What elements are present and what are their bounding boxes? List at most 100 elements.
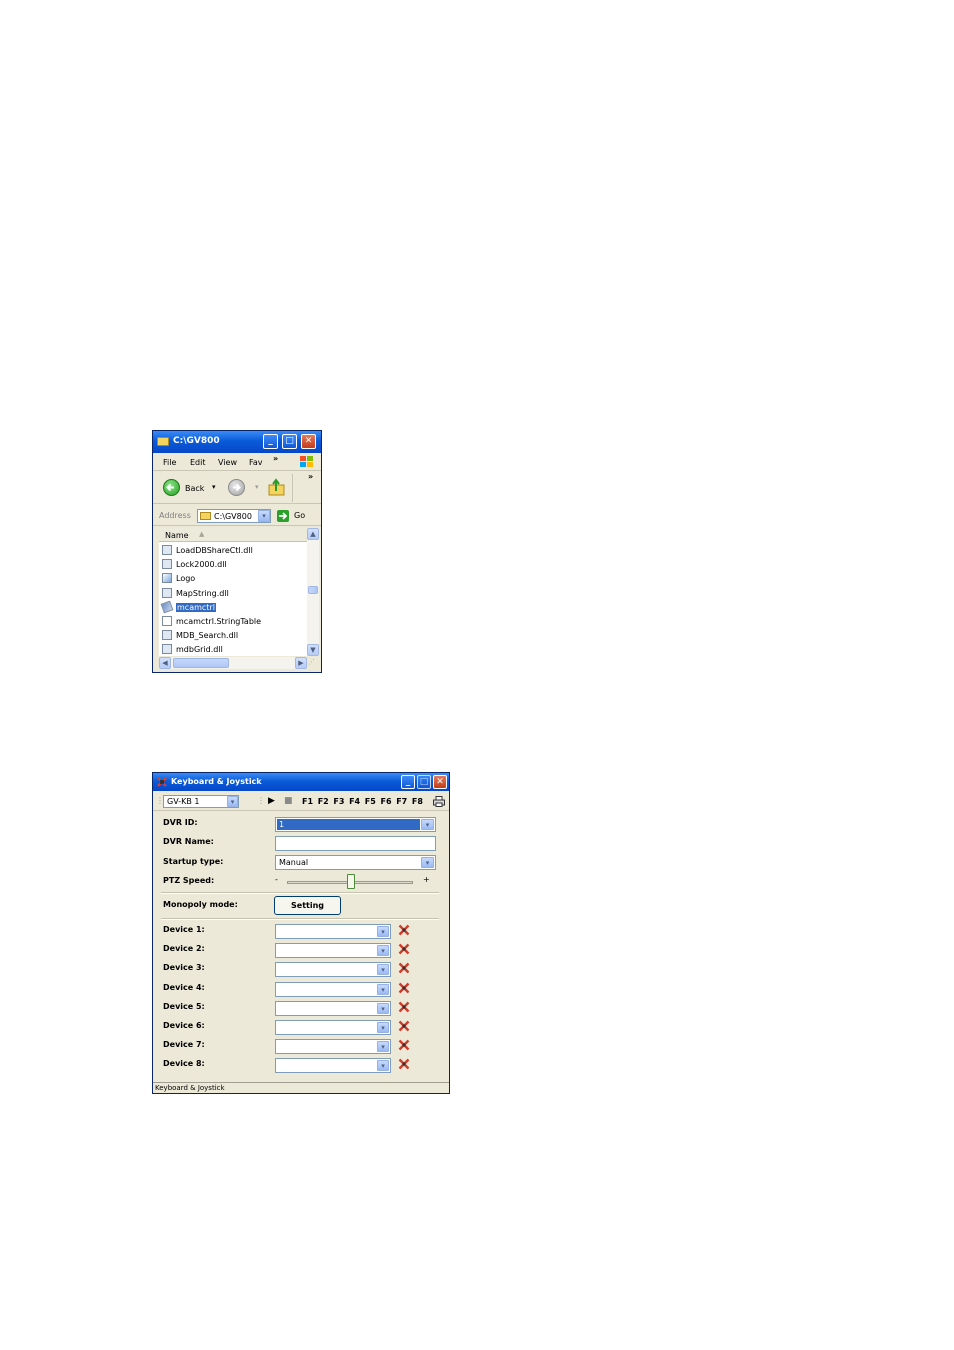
address-dropdown-chevron-down-icon[interactable]: ▾ bbox=[258, 510, 270, 522]
device-4-chevron-down-icon[interactable]: ▾ bbox=[377, 983, 389, 995]
play-icon[interactable]: ▶ bbox=[268, 796, 275, 806]
maximize-button[interactable]: □ bbox=[417, 775, 431, 789]
horizontal-scrollbar[interactable]: ◀ ▶ bbox=[159, 657, 307, 669]
go-arrow-icon[interactable] bbox=[277, 510, 289, 522]
folder-up-icon[interactable] bbox=[267, 477, 287, 497]
scroll-down-icon[interactable]: ▼ bbox=[307, 644, 319, 656]
go-button-label[interactable]: Go bbox=[294, 511, 305, 520]
stop-icon[interactable]: ■ bbox=[284, 796, 293, 806]
file-name: mcamctrl bbox=[176, 602, 216, 612]
ptz-speed-slider-thumb[interactable] bbox=[347, 874, 355, 889]
function-key-2[interactable]: F2 bbox=[318, 797, 329, 806]
file-list-item[interactable]: mcamctrl.StringTable bbox=[161, 615, 305, 628]
minimize-button[interactable]: _ bbox=[401, 775, 415, 789]
device-5-label: Device 5: bbox=[163, 1001, 205, 1011]
device-7-select[interactable]: ▾ bbox=[275, 1039, 391, 1055]
address-input[interactable]: C:\GV800 ▾ bbox=[197, 509, 271, 523]
device-5-select[interactable]: ▾ bbox=[275, 1000, 391, 1016]
remove-device-8-icon[interactable] bbox=[398, 1058, 410, 1070]
remove-device-1-icon[interactable] bbox=[398, 924, 410, 936]
function-key-6[interactable]: F6 bbox=[381, 797, 392, 806]
file-list[interactable]: Name ▲ LoadDBShareCtl.dll Lock2000.dll Log… bbox=[159, 528, 307, 656]
remove-device-7-icon[interactable] bbox=[398, 1039, 410, 1051]
startup-type-chevron-down-icon[interactable]: ▾ bbox=[421, 857, 434, 868]
remove-device-3-icon[interactable] bbox=[398, 962, 410, 974]
file-list-item[interactable]: LoadDBShareCtl.dll bbox=[161, 544, 305, 557]
keyboard-select-chevron-down-icon[interactable]: ▾ bbox=[227, 796, 238, 807]
file-list-item[interactable]: Logo bbox=[161, 572, 305, 585]
forward-arrow-icon[interactable] bbox=[228, 479, 245, 496]
startup-type-value: Manual bbox=[279, 858, 309, 867]
remove-device-5-icon[interactable] bbox=[398, 1001, 410, 1013]
function-key-3[interactable]: F3 bbox=[333, 797, 344, 806]
scroll-up-icon[interactable]: ▲ bbox=[307, 528, 319, 540]
explorer-title-bar[interactable]: C:\GV800 _ □ ✕ bbox=[153, 431, 321, 453]
scroll-right-icon[interactable]: ▶ bbox=[295, 657, 307, 669]
remove-device-2-icon[interactable] bbox=[398, 943, 410, 955]
device-3-chevron-down-icon[interactable]: ▾ bbox=[377, 964, 389, 976]
close-button[interactable]: ✕ bbox=[433, 775, 447, 789]
dvr-id-value: 1 bbox=[279, 820, 285, 829]
vertical-scrollbar[interactable]: ▲ ▼ bbox=[307, 528, 319, 656]
resize-grip-icon[interactable]: ⋰ bbox=[308, 658, 319, 669]
menu-favorites[interactable]: Fav bbox=[249, 458, 263, 467]
kbj-title-bar[interactable]: Keyboard & Joystick _ □ ✕ bbox=[153, 773, 449, 791]
forward-dropdown-icon[interactable]: ▾ bbox=[255, 483, 259, 491]
device-5-chevron-down-icon[interactable]: ▾ bbox=[377, 1002, 389, 1014]
menu-edit[interactable]: Edit bbox=[190, 458, 206, 467]
back-dropdown-icon[interactable]: ▾ bbox=[212, 483, 216, 491]
device-7-chevron-down-icon[interactable]: ▾ bbox=[377, 1041, 389, 1053]
ptz-speed-plus: + bbox=[423, 875, 430, 884]
device-4-select[interactable]: ▾ bbox=[275, 981, 391, 997]
back-arrow-icon[interactable] bbox=[163, 479, 180, 496]
startup-type-select[interactable]: Manual ▾ bbox=[275, 855, 436, 870]
dvr-id-select[interactable]: 1 ▾ bbox=[275, 817, 436, 832]
printer-icon[interactable] bbox=[433, 796, 445, 807]
menu-more-chevron-icon[interactable]: » bbox=[273, 454, 278, 463]
maximize-button[interactable]: □ bbox=[282, 434, 297, 449]
explorer-window: C:\GV800 _ □ ✕ File Edit View Fav » Back… bbox=[152, 430, 322, 673]
device-1-label: Device 1: bbox=[163, 925, 205, 934]
function-key-7[interactable]: F7 bbox=[396, 797, 407, 806]
keyboard-select[interactable]: GV-KB 1 ▾ bbox=[163, 795, 239, 808]
device-8-chevron-down-icon[interactable]: ▾ bbox=[377, 1060, 389, 1072]
file-list-item[interactable]: Lock2000.dll bbox=[161, 558, 305, 571]
horizontal-scroll-thumb[interactable] bbox=[173, 658, 229, 668]
close-button[interactable]: ✕ bbox=[301, 434, 316, 449]
function-key-4[interactable]: F4 bbox=[349, 797, 360, 806]
toolbar-more-chevron-icon[interactable]: » bbox=[308, 472, 313, 481]
remove-device-4-icon[interactable] bbox=[398, 982, 410, 994]
back-button-label[interactable]: Back bbox=[185, 484, 204, 493]
device-3-select[interactable]: ▾ bbox=[275, 962, 391, 978]
dvr-id-chevron-down-icon[interactable]: ▾ bbox=[421, 819, 434, 830]
folder-icon bbox=[157, 437, 169, 446]
device-1-chevron-down-icon[interactable]: ▾ bbox=[377, 926, 389, 937]
address-label: Address bbox=[159, 511, 191, 520]
device-8-select[interactable]: ▾ bbox=[275, 1058, 391, 1074]
device-6-chevron-down-icon[interactable]: ▾ bbox=[377, 1022, 389, 1033]
device-1-select[interactable]: ▾ bbox=[275, 924, 391, 939]
dvr-name-input[interactable] bbox=[275, 836, 436, 851]
device-6-select[interactable]: ▾ bbox=[275, 1020, 391, 1035]
function-key-5[interactable]: F5 bbox=[365, 797, 376, 806]
file-list-item[interactable]: MapString.dll bbox=[161, 587, 305, 600]
file-list-item[interactable]: MDB_Search.dll bbox=[161, 629, 305, 642]
scroll-thumb[interactable] bbox=[308, 586, 318, 594]
device-2-select[interactable]: ▾ bbox=[275, 943, 391, 959]
function-key-1[interactable]: F1 bbox=[302, 797, 313, 806]
scroll-left-icon[interactable]: ◀ bbox=[159, 657, 171, 669]
function-key-8[interactable]: F8 bbox=[412, 797, 423, 806]
dll-file-icon bbox=[162, 587, 172, 598]
menu-view[interactable]: View bbox=[218, 458, 237, 467]
file-list-item[interactable]: mcamctrl bbox=[160, 600, 305, 614]
device-2-chevron-down-icon[interactable]: ▾ bbox=[377, 945, 389, 957]
file-list-item[interactable]: mdbGrid.dll bbox=[161, 643, 305, 656]
minimize-button[interactable]: _ bbox=[263, 434, 278, 449]
dll-file-icon bbox=[162, 630, 172, 641]
name-column-header[interactable]: Name ▲ bbox=[159, 528, 307, 542]
remove-device-6-icon[interactable] bbox=[398, 1020, 410, 1032]
setting-button[interactable]: Setting bbox=[274, 896, 341, 915]
address-value: C:\GV800 bbox=[214, 512, 252, 521]
image-file-icon bbox=[162, 573, 172, 584]
menu-file[interactable]: File bbox=[163, 458, 176, 467]
